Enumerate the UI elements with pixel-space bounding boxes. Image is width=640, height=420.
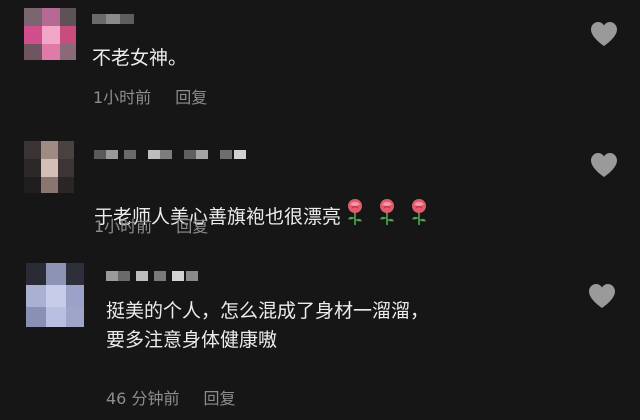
comment-text: 不老女神。 — [92, 47, 188, 69]
avatar[interactable] — [24, 141, 74, 193]
rose-emoji-group — [345, 198, 441, 235]
rose-icon — [348, 199, 363, 226]
comment-meta: 1小时前 回复 — [93, 84, 207, 108]
heart-outline-icon[interactable] — [587, 282, 617, 310]
comment-meta: 1小时前 回复 — [94, 213, 208, 237]
heart-outline-icon[interactable] — [589, 20, 619, 48]
comment-item: 于老师人美心善旗袍也很漂亮 1小时前 回复 — [0, 125, 640, 255]
comment-item: 挺美的个人，怎么混成了身材一溜溜， 要多注意身体健康嗷 46 分钟前 回复 — [0, 255, 640, 420]
avatar[interactable] — [26, 263, 84, 327]
comment-text: 挺美的个人，怎么混成了身材一溜溜， 要多注意身体健康嗷 — [106, 300, 430, 352]
comment-item: 不老女神。 1小时前 回复 — [0, 0, 640, 125]
reply-button[interactable]: 回复 — [176, 217, 208, 236]
username-pixelated[interactable] — [106, 269, 200, 283]
heart-outline-icon[interactable] — [589, 151, 619, 179]
comment-time: 46 分钟前 — [106, 389, 180, 408]
comment-time: 1小时前 — [94, 217, 153, 236]
avatar[interactable] — [24, 8, 76, 60]
comment-meta: 46 分钟前 回复 — [106, 385, 235, 409]
comment-time: 1小时前 — [93, 88, 152, 107]
rose-icon — [412, 199, 427, 226]
reply-button[interactable]: 回复 — [175, 88, 207, 107]
username-pixelated[interactable] — [94, 147, 248, 161]
reply-button[interactable]: 回复 — [203, 389, 235, 408]
rose-icon — [380, 199, 395, 226]
username-pixelated[interactable] — [92, 12, 136, 26]
